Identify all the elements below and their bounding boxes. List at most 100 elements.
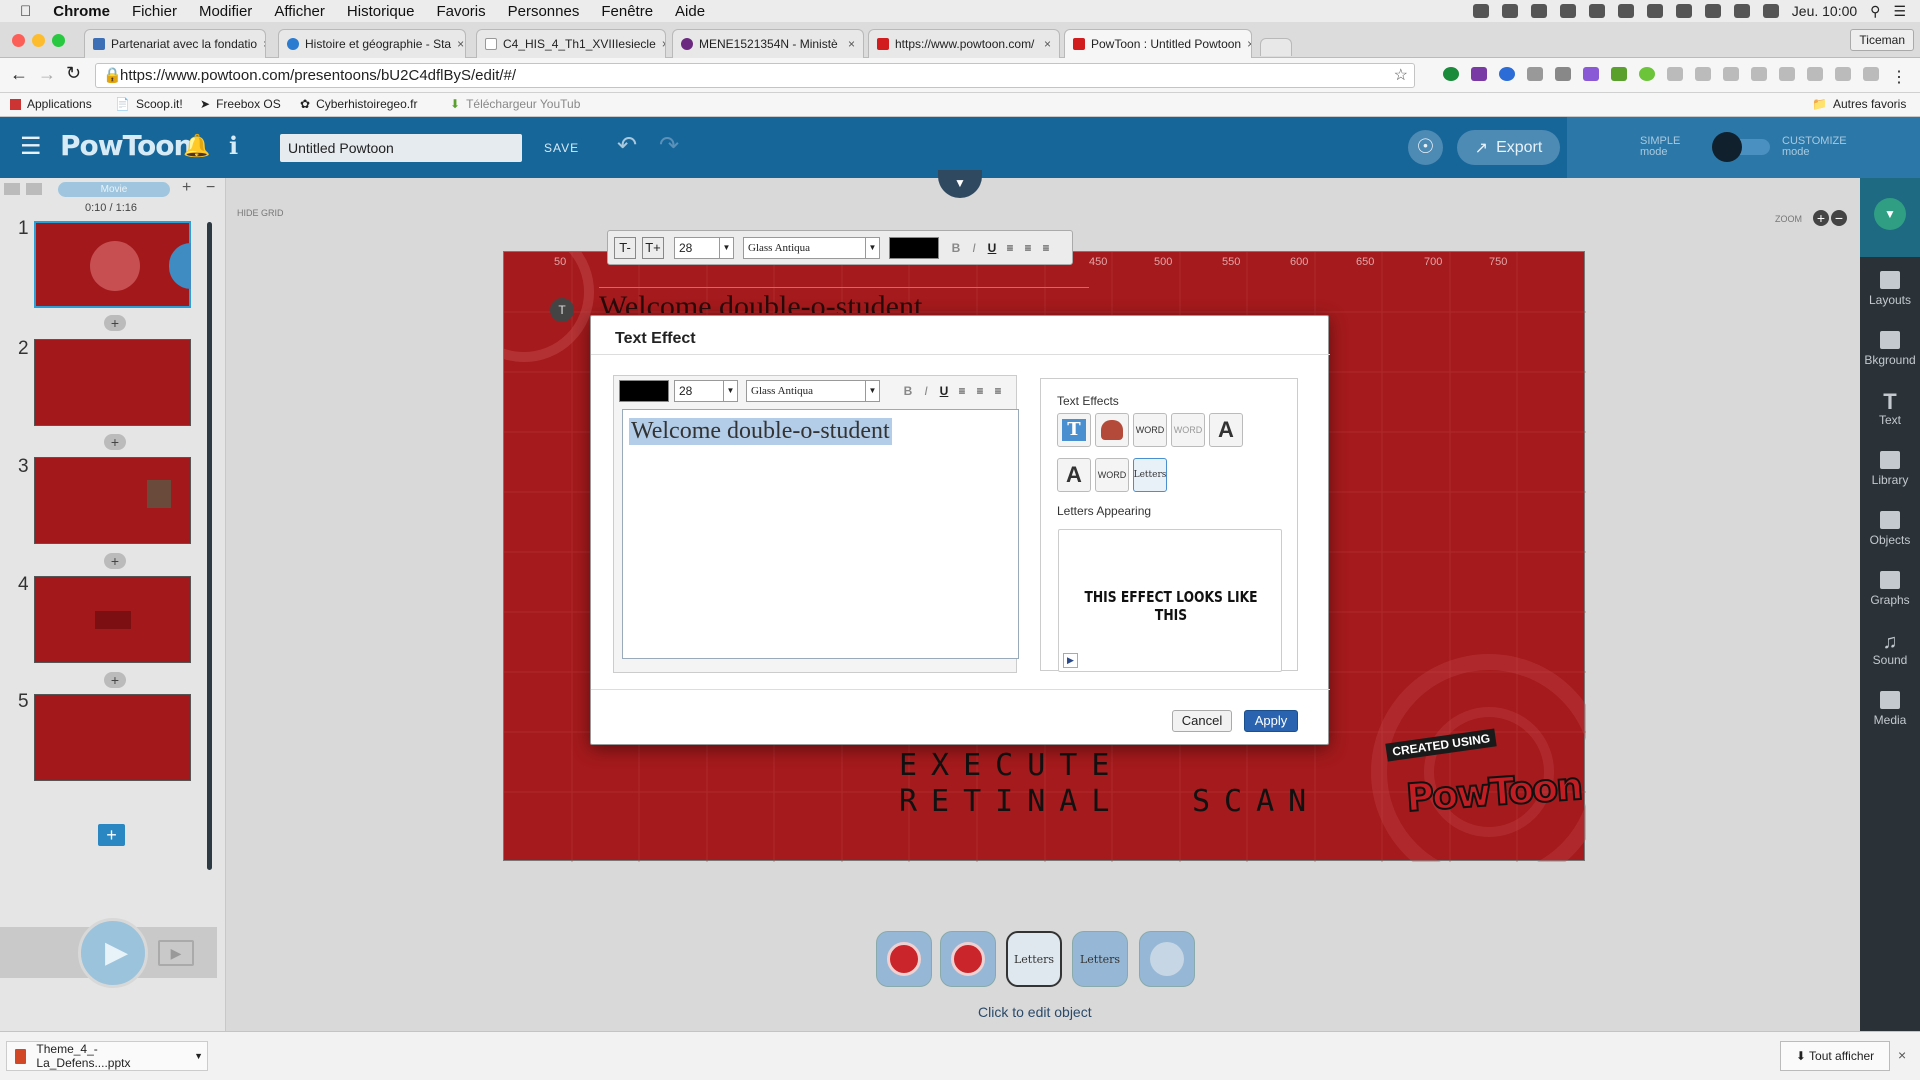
airplay-icon[interactable] [1617,4,1634,18]
bookmark-star-icon[interactable]: ☆ [1394,64,1408,87]
decrease-text-icon[interactable]: T- [614,237,636,259]
menu-app[interactable]: Chrome [42,3,121,20]
customize-mode-label[interactable]: CUSTOMIZE mode [1782,136,1847,158]
eject-icon[interactable] [1646,4,1663,18]
close-window-button[interactable] [12,34,25,47]
menu-modifier[interactable]: Modifier [188,3,263,20]
mode-toggle[interactable] [1712,132,1770,162]
text-color-swatch[interactable] [889,237,939,259]
time-machine-icon[interactable] [1675,4,1692,18]
powtoon-logo[interactable]: PowToon [60,129,193,162]
sidebar-item-bkground[interactable]: Bkground [1860,331,1920,367]
rss-icon[interactable] [1835,67,1851,81]
minimize-window-button[interactable] [32,34,45,47]
sidebar-item-media[interactable]: Media [1860,691,1920,727]
volume-icon[interactable] [1762,4,1779,18]
sidebar-item-objects[interactable]: Objects [1860,511,1920,547]
collapse-toolbar-icon[interactable]: ▼ [938,170,982,198]
effect-thumb-letters[interactable]: Letters [1072,931,1128,987]
export-button[interactable]: ↗ Export [1457,130,1560,165]
add-slide-button[interactable]: + [98,824,125,846]
effect-word-pop[interactable]: WORD [1133,413,1167,447]
sidebar-item-sound[interactable]: ♫ Sound [1860,631,1920,667]
camera-icon[interactable] [1555,67,1571,81]
slide-thumbnail-5[interactable] [34,694,191,781]
dialog-underline-icon[interactable]: U [936,382,952,400]
effect-thumb-letters-selected[interactable]: Letters [1006,931,1062,987]
menu-fichier[interactable]: Fichier [121,3,188,20]
effect-thumb-reel-1[interactable] [876,931,932,987]
menu-afficher[interactable]: Afficher [263,3,336,20]
bookmark-youtube-downloader[interactable]: ⬇ Téléchargeur YouTub [450,97,580,111]
font-family-select[interactable]: Glass Antiqua ▼ [743,237,880,259]
close-tab-icon[interactable]: × [842,37,855,51]
extension-icon[interactable] [1611,67,1627,81]
extension-icon[interactable] [1779,67,1795,81]
zoom-window-button[interactable] [52,34,65,47]
apply-button[interactable]: Apply [1244,710,1298,732]
sidebar-item-library[interactable]: Library [1860,451,1920,487]
bookmark-freebox[interactable]: ➤ Freebox OS [200,97,281,111]
chrome-menu-icon[interactable]: ⋮ [1891,67,1907,87]
dialog-align-left-icon[interactable]: ≡ [954,382,970,400]
zoom-in-slides-icon[interactable]: + [182,179,191,197]
extension-k-icon[interactable] [1499,67,1515,81]
powtoon-title-input[interactable]: Untitled Powtoon [280,134,522,162]
extension-icon[interactable] [1807,67,1823,81]
effect-word-stack[interactable]: WORD [1095,458,1129,492]
dialog-text-color-swatch[interactable] [619,380,669,402]
apple-icon[interactable]:  [0,3,42,20]
redo-icon[interactable]: ↷ [659,131,679,160]
add-slide-after-2[interactable]: + [104,434,126,450]
download-item[interactable]: Theme_4_-La_Defens....pptx ▼ [6,1041,208,1071]
cloud-icon[interactable] [1472,4,1489,18]
dialog-bold-icon[interactable]: B [900,382,916,400]
add-slide-after-3[interactable]: + [104,553,126,569]
dialog-align-center-icon[interactable]: ≡ [972,382,988,400]
dropbox-icon[interactable] [1559,4,1576,18]
sidebar-item-text[interactable]: T Text [1860,391,1920,428]
show-all-downloads-button[interactable]: ⬇ Tout afficher [1780,1041,1890,1071]
undo-icon[interactable]: ↶ [617,131,637,160]
effect-big-a-2[interactable]: A [1057,458,1091,492]
dialog-font-size-select[interactable]: 28 ▼ [674,380,738,402]
bookmark-cyberhistoire[interactable]: ✿ Cyberhistoiregeo.fr [300,97,417,111]
selected-text-box[interactable]: Welcome double-o-student [599,287,1089,313]
slide-line-retinal[interactable]: RETINAL [899,784,1123,819]
expand-panel-icon[interactable]: ▼ [1874,198,1906,230]
tab-4[interactable]: MENE1521354N - Ministè × [672,29,864,58]
add-slide-after-1[interactable]: + [104,315,126,331]
dialog-italic-icon[interactable]: I [918,382,934,400]
text-editor-area[interactable]: Welcome double-o-student [622,409,1019,659]
save-button[interactable]: SAVE [544,141,579,155]
slide-line-execute[interactable]: EXECUTE [899,748,1123,783]
font-size-select[interactable]: 28 ▼ [674,237,734,259]
bluetooth-icon[interactable] [1704,4,1721,18]
bold-icon[interactable]: B [948,239,964,257]
extension-icon[interactable] [1667,67,1683,81]
info-icon[interactable]: i [229,131,238,160]
slide-line-scan[interactable]: SCAN [1192,784,1320,819]
slide-thumbnail-4[interactable] [34,576,191,663]
tab-1[interactable]: Partenariat avec la fondatio× [84,29,266,58]
menu-personnes[interactable]: Personnes [497,3,591,20]
hide-grid-button[interactable]: HIDE GRID [237,208,284,218]
underline-icon[interactable]: U [984,239,1000,257]
effect-thumb-reel-2[interactable] [940,931,996,987]
play-from-slide-icon[interactable]: ▶ [158,940,194,966]
effect-hand-drawn[interactable] [1095,413,1129,447]
sync-icon[interactable] [1588,4,1605,18]
chevron-down-icon[interactable]: ▼ [194,1051,203,1061]
zoom-in-icon[interactable]: + [1813,210,1829,226]
hamburger-icon[interactable]: ☰ [20,132,42,161]
sidebar-item-graphs[interactable]: Graphs [1860,571,1920,607]
effect-thumb-reel-faded[interactable] [1139,931,1195,987]
increase-text-icon[interactable]: T+ [642,237,664,259]
onenote-icon[interactable] [1471,67,1487,81]
effect-plain-t[interactable]: T [1057,413,1091,447]
inbox-icon[interactable] [1530,4,1547,18]
url-input[interactable]: 🔒 https://www.powtoon.com/presentoons/bU… [95,63,1415,88]
wifi-icon[interactable] [1733,4,1750,18]
drive-icon[interactable] [1501,4,1518,18]
text-handle-icon[interactable]: T [550,298,574,322]
